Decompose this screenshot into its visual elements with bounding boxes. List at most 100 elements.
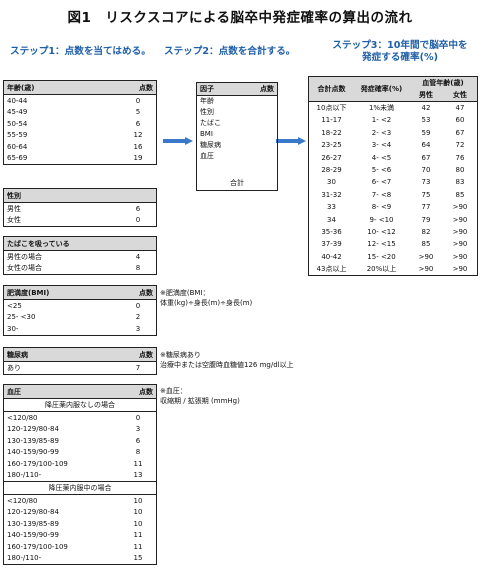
diabetes-row: あり 7 [4,362,156,374]
bmi-note-line1: ※肥満度(BMI： [160,289,210,297]
risk-total-cell: 23-25 [321,141,342,150]
bp-row-no-meds: 180-/110- 13 [4,470,156,482]
smoking-table-header: たばこを吸っている [4,237,156,251]
sex-table: 性別 男性 6 女性 0 [3,188,157,227]
diabetes-note: ※糖尿病あり 治療中または空腹時血糖値126 mg/dl以上 [160,350,294,370]
risk-prob-cell: 8- <9 [371,203,392,212]
risk-total-cell: 28-29 [321,165,342,174]
age-col-header: 点数 [139,83,153,92]
risk-prob-cell: 1- <2 [371,116,392,125]
smoking-row-points: 8 [135,264,141,273]
sex-header: 性別 [7,191,21,200]
risk-header-age-title: 血管年齢(歳) [422,79,464,87]
bp-row-on-meds-label: 180-/110- [7,554,42,563]
risk-prob-cell: 2- <3 [371,128,392,137]
risk-female-age-cell: >90 [452,252,468,261]
bp-row-no-meds-points: 11 [133,459,143,468]
bp-row-no-meds-points: 8 [135,448,141,457]
risk-total-cell: 33 [327,203,336,212]
bp-row-no-meds-label: 180-/110- [7,471,42,480]
bp-row-on-meds-label: <120/80 [7,496,38,505]
risk-total-cell: 18-22 [321,128,342,137]
risk-row: 33 8- <9 77 >90 [309,201,477,213]
age-row-points: 0 [135,96,141,105]
risk-table: 合計点数 発症確率(%) 血管年齢(歳) 男性 女性 10点以下 1%未満 42 47… [308,76,478,277]
bp-table-header: 血圧 点数 [4,385,156,399]
risk-prob-cell: 15- <20 [367,252,396,261]
age-row-label: 40-44 [7,96,28,105]
age-header: 年齢(歳) [7,83,35,92]
bp-row-on-meds-points: 11 [133,542,143,551]
age-row-points: 6 [135,119,141,128]
bp-row-no-meds-points: 6 [135,436,141,445]
bp-row-no-meds-label: 140-159/90-99 [7,448,59,457]
bp-row-no-meds: 140-159/90-99 8 [4,447,156,459]
age-row-points: 16 [133,142,143,151]
risk-header-male: 男性 [419,91,433,99]
bmi-row-label: <25 [7,301,22,310]
bp-row-on-meds: 180-/110- 15 [4,553,156,565]
risk-row: 26-27 4- <5 67 76 [309,152,477,164]
step3-line2: 発症する確率(%) [362,52,438,63]
sex-row: 男性 6 [4,203,156,215]
bp-row-no-meds: 160-179/100-109 11 [4,458,156,470]
bp-row-on-meds: 130-139/85-89 10 [4,518,156,530]
factor-header: 因子 [200,85,214,93]
factor-item: 年齢 [200,97,214,105]
step1-label: ステップ1：点数を当てはめる。 [10,46,151,57]
risk-female-age-cell: >90 [452,203,468,212]
risk-row: 30 6- <7 73 83 [309,176,477,188]
risk-male-age-cell: 70 [421,165,431,174]
bp-row-on-meds-label: 140-159/90-99 [7,531,59,540]
risk-prob-cell: 20%以上 [366,265,397,274]
risk-male-age-cell: 73 [421,178,431,187]
risk-male-age-cell: 85 [421,240,431,249]
bp-row-no-meds-points: 3 [135,425,141,434]
age-table: 年齢(歳) 点数 40-44 0 45-49 5 50-54 6 55-59 12 60-64 1… [3,80,157,165]
risk-prob-cell: 5- <6 [371,165,392,174]
bmi-table-header: 肥満度(BMI) 点数 [4,286,156,300]
risk-prob-cell: 1%未満 [368,104,395,112]
smoking-header: たばこを吸っている [7,239,70,248]
age-row-label: 45-49 [7,108,28,117]
risk-prob-cell: 3- <4 [371,141,392,150]
bp-row-on-meds: 160-179/100-109 11 [4,541,156,553]
sex-row: 女性 0 [4,215,156,227]
age-row: 65-69 19 [4,153,156,165]
factor-item: 糖尿病 [200,141,221,149]
bmi-note: ※肥満度(BMI： 体重(kg)÷身長(m)÷身長(m) [160,288,252,308]
risk-male-age-cell: 59 [421,128,431,137]
step2-label: ステップ2：点数を合計する。 [164,46,296,57]
risk-total-cell: 37-39 [321,240,342,249]
risk-row: 18-22 2- <3 59 67 [309,127,477,139]
bp-row-no-meds-points: 0 [135,413,141,422]
smoking-row-label: 男性の場合 [7,252,42,261]
bp-row-no-meds-points: 13 [133,471,143,480]
risk-header-prob: 発症確率(%) [354,77,409,101]
smoking-row: 男性の場合 4 [4,251,156,263]
bp-row-on-meds: 120-129/80-84 10 [4,507,156,519]
factor-sum-box: 因子 点数 年齢 性別 たばこ BMI 糖尿病 血圧 合計 [196,82,278,191]
age-row-label: 55-59 [7,131,28,140]
age-row-points: 5 [135,108,141,117]
bmi-note-line2: 体重(kg)÷身長(m)÷身長(m) [160,299,253,307]
risk-male-age-cell: >90 [418,265,434,274]
risk-row: 34 9- <10 79 >90 [309,214,477,226]
risk-male-age-cell: 53 [421,116,431,125]
bp-row-on-meds-points: 10 [133,508,143,517]
risk-total-cell: 30 [327,178,336,187]
age-row-label: 50-54 [7,119,28,128]
risk-row: 31-32 7- <8 75 85 [309,189,477,201]
arrow-right-icon [163,137,193,145]
risk-male-age-cell: >90 [418,252,434,261]
diabetes-header: 糖尿病 [7,350,28,359]
age-row: 60-64 16 [4,141,156,153]
sex-table-header: 性別 [4,189,156,203]
step3-line1: ステップ3：10年間で脳卒中を [332,40,468,51]
bp-note-line1: ※血圧： [160,387,187,395]
risk-female-age-cell: >90 [452,265,468,274]
bp-note: ※血圧： 収縮期 / 拡張期 (mmHg) [160,386,240,406]
bp-row-on-meds-label: 130-139/85-89 [7,519,59,528]
arrow-right-icon [276,137,306,145]
diabetes-row-label: あり [7,363,21,372]
